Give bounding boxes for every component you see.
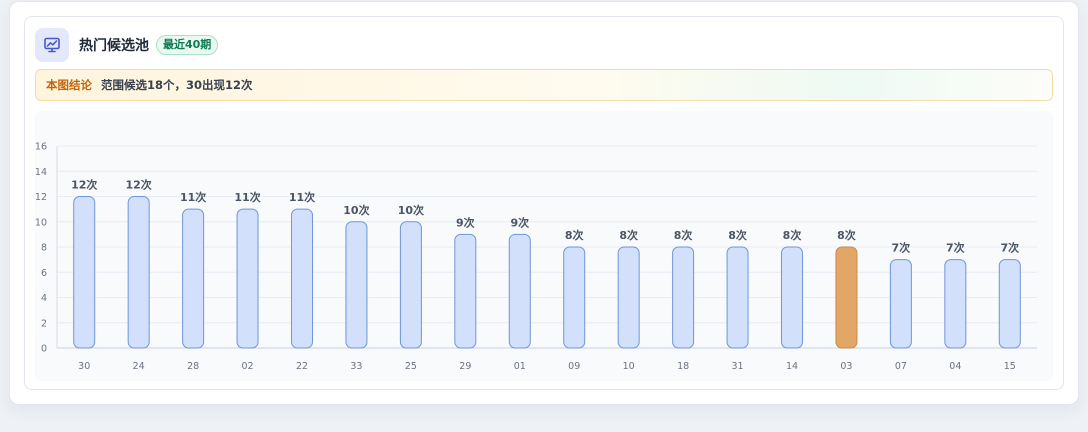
bar-value-label: 7次	[946, 241, 965, 255]
y-tick-label: 12	[35, 192, 47, 203]
bar	[998, 259, 1021, 349]
bar	[73, 196, 96, 349]
bar	[182, 208, 205, 349]
x-tick-label: 02	[242, 361, 254, 372]
x-tick-label: 15	[1004, 361, 1016, 372]
card-header: 热门候选池 最近40期	[35, 27, 219, 63]
x-tick-label: 30	[78, 361, 90, 372]
conclusion-label: 本图结论	[46, 78, 92, 92]
x-tick-label: 24	[133, 361, 145, 372]
bar-value-label: 9次	[510, 215, 529, 229]
bar	[944, 259, 967, 349]
conclusion-banner: 本图结论 范围候选18个，30出现12次	[35, 69, 1053, 101]
x-tick-label: 22	[296, 361, 308, 372]
x-tick-label: 03	[840, 361, 852, 372]
bar-value-label: 7次	[892, 241, 911, 255]
x-tick-label: 29	[459, 361, 471, 372]
bar-value-label: 12次	[126, 178, 152, 192]
period-badge: 最近40期	[156, 35, 219, 55]
outer-panel: 热门候选池 最近40期 本图结论 范围候选18个，30出现12次 0 2 4 6 8 10…	[9, 1, 1079, 405]
bar	[508, 233, 531, 349]
hot-candidate-card: 热门候选池 最近40期 本图结论 范围候选18个，30出现12次 0 2 4 6 8 10…	[24, 16, 1064, 390]
bar-value-label: 10次	[398, 203, 424, 217]
y-tick-label: 0	[41, 344, 47, 355]
bar-value-label: 12次	[71, 178, 97, 192]
bar-value-label: 7次	[1000, 241, 1019, 255]
x-tick-label: 09	[568, 361, 580, 372]
x-tick-label: 31	[732, 361, 744, 372]
x-tick-label: 28	[187, 361, 199, 372]
bar	[889, 259, 912, 349]
bar	[563, 246, 586, 349]
card-title: 热门候选池	[79, 38, 149, 54]
bar	[454, 233, 477, 349]
chart-area: 0 2 4 6 8 10 12 14 16 12次 30 12次 24 11次 28 11次 02 11次 22 10…	[35, 111, 1053, 381]
bar-value-label: 11次	[289, 190, 315, 204]
x-tick-label: 04	[949, 361, 961, 372]
bar	[127, 196, 150, 349]
y-tick-label: 2	[41, 318, 47, 329]
bar	[399, 221, 422, 349]
x-tick-label: 33	[350, 361, 362, 372]
y-tick-label: 14	[35, 167, 47, 178]
bar	[672, 246, 695, 349]
bar	[726, 246, 749, 349]
y-tick-label: 4	[41, 293, 47, 304]
bar-chart: 024681012141612次3012次2411次2811次0211次2210…	[35, 142, 1037, 372]
bar-value-label: 8次	[674, 228, 693, 242]
bar-value-label: 8次	[565, 228, 584, 242]
chart-trend-icon	[35, 28, 69, 62]
x-tick-label: 18	[677, 361, 689, 372]
bar	[617, 246, 640, 349]
conclusion-text: 范围候选18个，30出现12次	[101, 78, 253, 92]
x-tick-label: 07	[895, 361, 907, 372]
bar-value-label: 8次	[837, 228, 856, 242]
x-tick-label: 01	[514, 361, 526, 372]
x-tick-label: 10	[623, 361, 635, 372]
bar	[291, 208, 313, 349]
bar-value-label: 8次	[728, 228, 747, 242]
bar	[345, 221, 368, 349]
y-tick-label: 8	[41, 243, 47, 254]
x-tick-label: 14	[786, 361, 798, 372]
bar	[781, 246, 803, 349]
bar-highlighted	[835, 246, 858, 349]
x-tick-label: 25	[405, 361, 417, 372]
bar-value-label: 8次	[783, 228, 802, 242]
bar-value-label: 11次	[234, 190, 260, 204]
bar-value-label: 11次	[180, 190, 206, 204]
bar-value-label: 10次	[343, 203, 369, 217]
bar-value-label: 9次	[456, 215, 475, 229]
y-tick-label: 6	[41, 268, 47, 279]
y-tick-label: 10	[35, 217, 47, 228]
bar-value-label: 8次	[619, 228, 638, 242]
bar	[236, 208, 259, 349]
y-tick-label: 16	[35, 142, 47, 153]
